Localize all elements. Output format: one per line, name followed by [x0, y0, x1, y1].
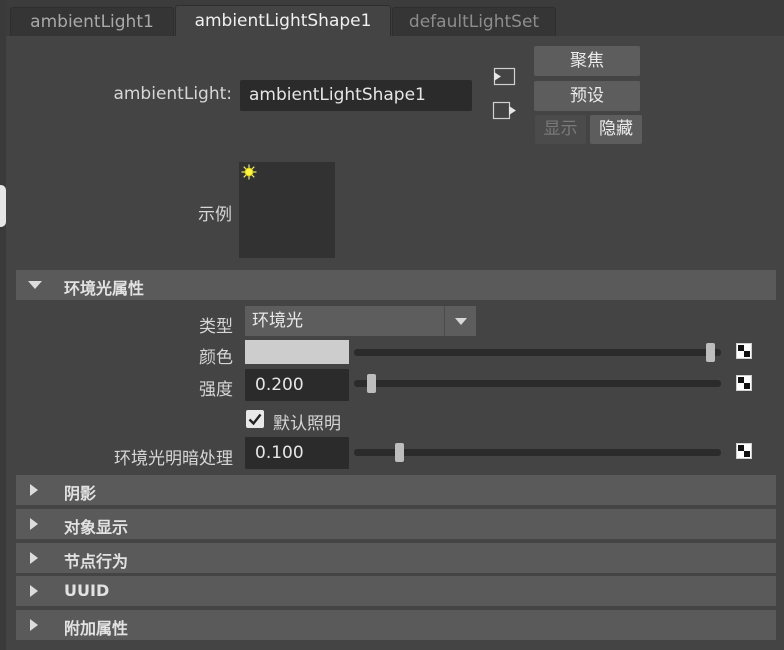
default-lighting-checkbox[interactable] — [246, 410, 264, 428]
tab-bar: ambientLight1 ambientLightShape1 default… — [6, 0, 784, 36]
checker-map-icon[interactable] — [736, 375, 752, 391]
dropdown-button[interactable] — [444, 306, 476, 336]
collapsed-arrow-icon — [30, 552, 38, 564]
color-slider-handle[interactable] — [706, 343, 715, 362]
input-connection-icon[interactable] — [491, 66, 517, 88]
left-scroll-edge — [0, 0, 6, 650]
chevron-down-icon — [455, 318, 467, 325]
show-button[interactable]: 显示 — [535, 115, 586, 144]
swatch-label: 示例 — [198, 205, 232, 225]
tab-ambientlightshape1[interactable]: ambientLightShape1 — [175, 5, 391, 36]
focus-button[interactable]: 聚焦 — [534, 46, 640, 76]
intensity-slider[interactable] — [354, 374, 721, 393]
section-node-behavior[interactable]: 节点行为 — [16, 543, 776, 573]
collapsed-arrow-icon — [30, 484, 38, 496]
light-swatch — [239, 162, 335, 258]
section-uuid[interactable]: UUID — [16, 576, 776, 606]
intensity-slider-handle[interactable] — [366, 374, 376, 393]
type-dropdown[interactable]: 环境光 — [245, 306, 476, 336]
output-connection-icon[interactable] — [491, 100, 517, 122]
section-title: 附加属性 — [64, 619, 129, 638]
node-type-label: ambientLight: — [113, 84, 232, 104]
checker-map-icon[interactable] — [736, 343, 752, 359]
section-shadows[interactable]: 阴影 — [16, 475, 776, 505]
section-ambient-light-attributes[interactable]: 环境光属性 — [16, 270, 776, 300]
section-object-display[interactable]: 对象显示 — [16, 509, 776, 539]
sun-icon — [241, 164, 257, 180]
ambient-shade-slider-handle[interactable] — [394, 443, 404, 462]
attribute-editor: ambientLight1 ambientLightShape1 default… — [0, 0, 784, 650]
section-extra-attributes[interactable]: 附加属性 — [16, 610, 776, 640]
type-dropdown-value: 环境光 — [252, 311, 303, 331]
checker-map-icon[interactable] — [736, 443, 752, 459]
node-name-field[interactable] — [240, 80, 472, 111]
default-lighting-label: 默认照明 — [273, 414, 341, 434]
section-title: 对象显示 — [64, 518, 129, 537]
type-label: 类型 — [199, 317, 233, 337]
color-label: 颜色 — [199, 348, 233, 368]
ambient-shade-field[interactable] — [245, 437, 349, 469]
presets-button[interactable]: 预设 — [534, 81, 640, 111]
section-title: UUID — [64, 581, 110, 600]
section-title: 阴影 — [64, 484, 97, 503]
ambient-shade-slider[interactable] — [354, 443, 721, 462]
collapsed-arrow-icon — [30, 585, 38, 597]
section-title: 节点行为 — [64, 552, 129, 571]
tab-ambientlight1[interactable]: ambientLight1 — [10, 7, 174, 36]
color-slider[interactable] — [354, 343, 721, 362]
ambient-shade-label: 环境光明暗处理 — [114, 449, 233, 469]
tab-defaultlightset[interactable]: defaultLightSet — [392, 7, 556, 36]
checkmark-icon — [248, 413, 262, 426]
intensity-field[interactable] — [245, 369, 349, 401]
collapsed-arrow-icon — [30, 518, 38, 530]
hide-button[interactable]: 隐藏 — [590, 115, 642, 144]
collapsed-arrow-icon — [30, 619, 38, 631]
color-swatch-field[interactable] — [245, 340, 349, 364]
intensity-label: 强度 — [199, 380, 233, 400]
section-title: 环境光属性 — [64, 279, 145, 298]
expanded-arrow-icon — [28, 281, 42, 289]
left-panel-handle[interactable] — [0, 185, 6, 227]
